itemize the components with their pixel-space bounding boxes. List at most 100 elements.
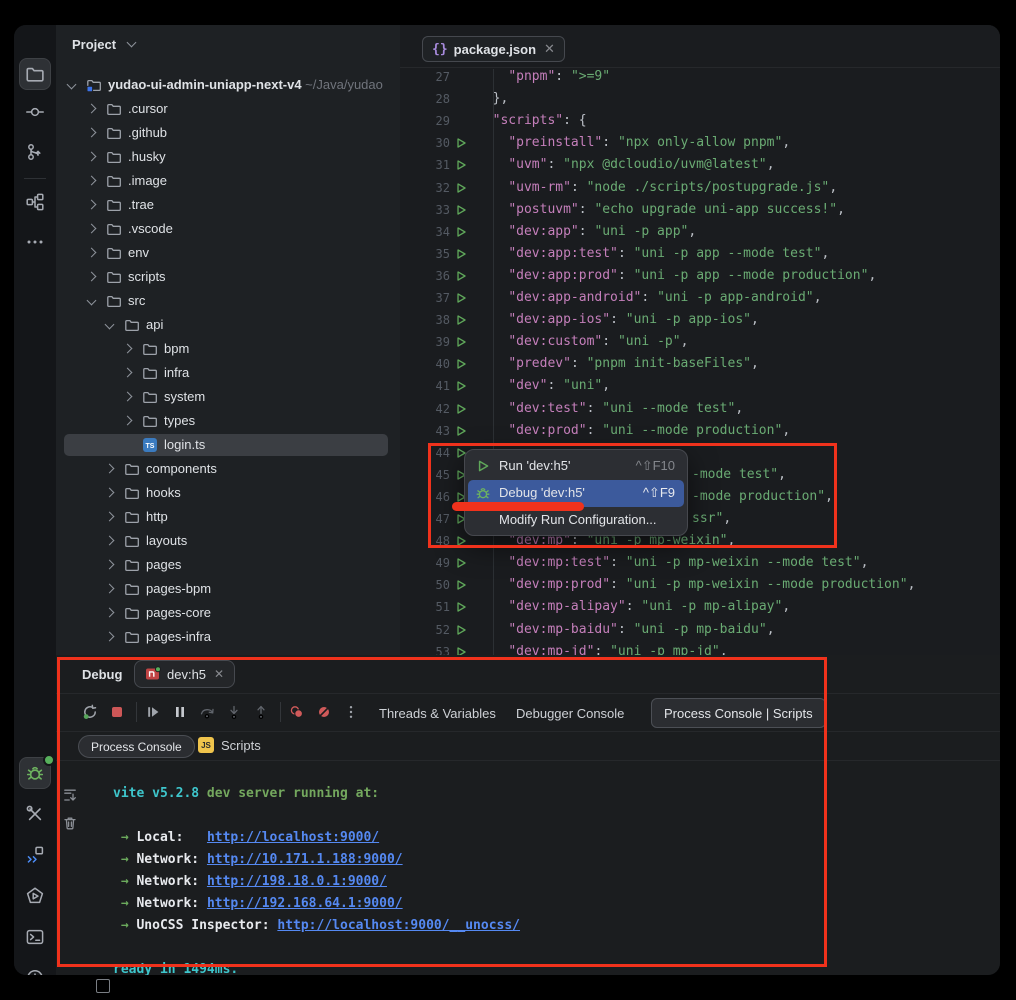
step-out-icon[interactable]	[253, 704, 269, 720]
tab-process-console[interactable]: Process Console	[78, 735, 195, 758]
menu-item-debug[interactable]: Debug 'dev:h5'^⇧F9	[468, 480, 684, 507]
menu-item-run[interactable]: Run 'dev:h5'^⇧F10	[468, 453, 684, 480]
resume-icon[interactable]	[145, 704, 161, 720]
terminal-icon[interactable]	[25, 927, 45, 947]
chevron-right-icon[interactable]	[123, 344, 133, 354]
run-gutter-icon[interactable]	[454, 335, 468, 349]
debug-session-tab[interactable]: dev:h5 ✕	[134, 660, 235, 688]
chevron-down-icon[interactable]	[87, 296, 97, 306]
run-gutter-icon[interactable]	[454, 534, 468, 548]
tab-scripts[interactable]: JS Scripts	[198, 737, 261, 753]
tree-row--cursor[interactable]: .cursor	[56, 97, 400, 121]
menu-item-modify[interactable]: Modify Run Configuration...	[468, 507, 684, 534]
view-breakpoints-icon[interactable]	[289, 704, 305, 720]
run-gutter-icon[interactable]	[454, 623, 468, 637]
stop-icon[interactable]	[109, 704, 125, 720]
console-link[interactable]: http://localhost:9000/__unocss/	[277, 918, 520, 933]
tree-row-env[interactable]: env	[56, 241, 400, 265]
ellipsis-icon[interactable]	[25, 232, 45, 252]
editor-tab-package-json[interactable]: {} package.json ✕	[422, 36, 565, 62]
services-icon[interactable]	[25, 845, 45, 865]
tab-process-console-scripts[interactable]: Process Console | Scripts	[651, 698, 826, 728]
chevron-right-icon[interactable]	[105, 632, 115, 642]
scroll-to-end-icon[interactable]	[62, 787, 78, 803]
run-gutter-icon[interactable]	[454, 136, 468, 150]
tree-row-login-ts[interactable]: TSlogin.ts	[56, 433, 400, 457]
chevron-right-icon[interactable]	[87, 272, 97, 282]
chevron-right-icon[interactable]	[87, 248, 97, 258]
run-gutter-icon[interactable]	[454, 291, 468, 305]
tree-row--vscode[interactable]: .vscode	[56, 217, 400, 241]
run-gutter-icon[interactable]	[454, 379, 468, 393]
run-gutter-icon[interactable]	[454, 313, 468, 327]
tree-row-system[interactable]: system	[56, 385, 400, 409]
bug-icon[interactable]	[25, 763, 45, 783]
chevron-right-icon[interactable]	[123, 392, 133, 402]
console-link[interactable]: http://10.171.1.188:9000/	[207, 852, 403, 867]
run-gutter-icon[interactable]	[454, 225, 468, 239]
tree-row-types[interactable]: types	[56, 409, 400, 433]
tree-row-pages-infra[interactable]: pages-infra	[56, 625, 400, 649]
vcs-icon[interactable]	[25, 142, 45, 162]
tree-row--image[interactable]: .image	[56, 169, 400, 193]
tree-row-pages-bpm[interactable]: pages-bpm	[56, 577, 400, 601]
commit-icon[interactable]	[25, 102, 45, 122]
console-link[interactable]: http://localhost:9000/	[207, 830, 379, 845]
chevron-right-icon[interactable]	[105, 464, 115, 474]
run-gutter-icon[interactable]	[454, 556, 468, 570]
problems-icon[interactable]	[25, 968, 45, 975]
tree-row-bpm[interactable]: bpm	[56, 337, 400, 361]
run-gutter-icon[interactable]	[454, 578, 468, 592]
run-gutter-icon[interactable]	[454, 269, 468, 283]
tree-row--github[interactable]: .github	[56, 121, 400, 145]
tree-row-layouts[interactable]: layouts	[56, 529, 400, 553]
tree-row-components[interactable]: components	[56, 457, 400, 481]
tab-debugger-console[interactable]: Debugger Console	[516, 706, 624, 721]
chevron-right-icon[interactable]	[123, 368, 133, 378]
tree-row-api[interactable]: api	[56, 313, 400, 337]
run-gutter-icon[interactable]	[454, 181, 468, 195]
tree-row--trae[interactable]: .trae	[56, 193, 400, 217]
tree-row-http[interactable]: http	[56, 505, 400, 529]
step-into-icon[interactable]	[226, 704, 242, 720]
run-gutter-icon[interactable]	[454, 424, 468, 438]
chevron-down-icon[interactable]	[105, 320, 115, 330]
chevron-right-icon[interactable]	[87, 104, 97, 114]
run-gutter-icon[interactable]	[454, 402, 468, 416]
tree-row--husky[interactable]: .husky	[56, 145, 400, 169]
run-gutter-icon[interactable]	[454, 203, 468, 217]
chevron-right-icon[interactable]	[105, 488, 115, 498]
tree-row-pages-core[interactable]: pages-core	[56, 601, 400, 625]
chevron-right-icon[interactable]	[87, 152, 97, 162]
run-gutter-icon[interactable]	[454, 645, 468, 655]
tree-row-infra[interactable]: infra	[56, 361, 400, 385]
chevron-right-icon[interactable]	[87, 224, 97, 234]
run-gutter-icon[interactable]	[454, 247, 468, 261]
chevron-right-icon[interactable]	[87, 176, 97, 186]
run-gutter-icon[interactable]	[454, 357, 468, 371]
chevron-down-icon[interactable]	[67, 80, 77, 90]
step-over-icon[interactable]	[199, 704, 215, 720]
chevron-right-icon[interactable]	[123, 416, 133, 426]
chevron-right-icon[interactable]	[87, 128, 97, 138]
more-vert-icon[interactable]	[343, 704, 359, 720]
structure-icon[interactable]	[25, 192, 45, 212]
run-gutter-icon[interactable]	[454, 158, 468, 172]
clear-all-icon[interactable]	[62, 815, 78, 831]
folder-icon[interactable]	[25, 64, 45, 84]
tools-icon[interactable]	[25, 804, 45, 824]
tree-row-src[interactable]: src	[56, 289, 400, 313]
mute-breakpoints-icon[interactable]	[316, 704, 332, 720]
tree-row-pages[interactable]: pages	[56, 553, 400, 577]
console-link[interactable]: http://192.168.64.1:9000/	[207, 896, 403, 911]
rerun-icon[interactable]	[82, 704, 98, 720]
chevron-right-icon[interactable]	[105, 560, 115, 570]
chevron-right-icon[interactable]	[87, 200, 97, 210]
editor[interactable]: {} package.json ✕ 27"pnpm": ">=9"28},29"…	[400, 25, 1000, 655]
chevron-right-icon[interactable]	[105, 584, 115, 594]
chevron-right-icon[interactable]	[105, 608, 115, 618]
run-gutter-icon[interactable]	[454, 600, 468, 614]
close-icon[interactable]: ✕	[544, 41, 555, 57]
close-icon[interactable]: ✕	[214, 667, 224, 681]
tree-row-hooks[interactable]: hooks	[56, 481, 400, 505]
